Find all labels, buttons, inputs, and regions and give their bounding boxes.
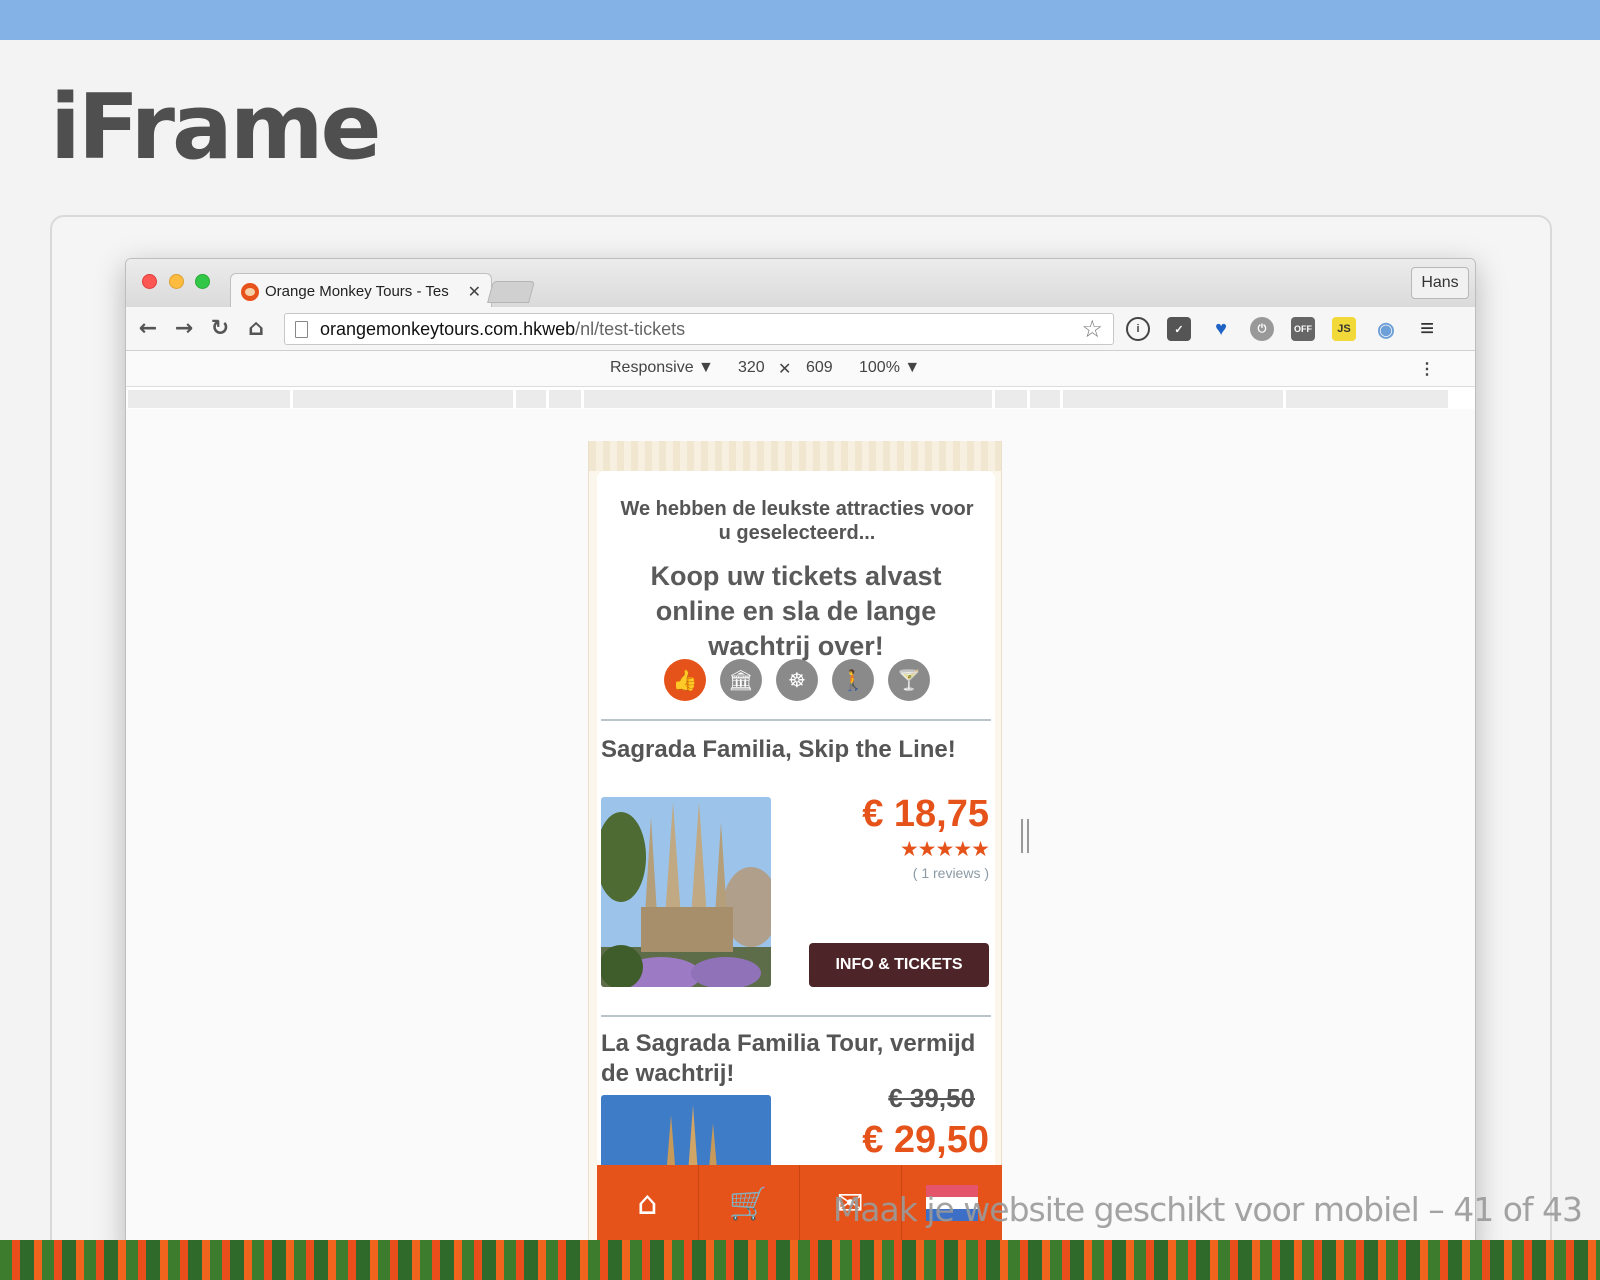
media-query-ruler (126, 387, 1475, 409)
sagrada-familia-image[interactable] (601, 797, 771, 987)
more-options-icon[interactable]: ⋮ (1419, 359, 1435, 379)
product-title[interactable]: La Sagrada Familia Tour, vermijd de wach… (601, 1029, 991, 1089)
slide-title: iFrame (50, 75, 382, 180)
ruler-segment[interactable] (1030, 390, 1060, 408)
minimize-window-button[interactable] (169, 274, 184, 289)
url-host: orangemonkeytours.com.hkweb (320, 318, 576, 339)
tab-title: Orange Monkey Tours - Tes (265, 283, 449, 300)
divider (601, 1015, 991, 1017)
product-title[interactable]: Sagrada Familia, Skip the Line! (601, 735, 991, 765)
cocktail-icon[interactable]: 🍸 (888, 659, 930, 701)
ruler-segment[interactable] (1286, 390, 1448, 408)
content-card: We hebben de leukste attracties voor u g… (597, 471, 995, 1257)
dimension-separator-icon: ✕ (778, 361, 792, 378)
off-extension-icon[interactable]: OFF (1291, 317, 1315, 341)
slide-top-bar (0, 0, 1600, 40)
ruler-segment[interactable] (293, 390, 513, 408)
browser-window: Orange Monkey Tours - Tes ✕ Hans ← → ↻ ⌂… (125, 258, 1476, 1258)
slide-footer: Maak je website geschikt voor mobiel – 4… (832, 1190, 1583, 1229)
reviews-count[interactable]: ( 1 reviews ) (913, 865, 989, 881)
museum-icon[interactable]: 🏛 (720, 659, 762, 701)
intro-heading: Koop uw tickets alvast online en sla de … (650, 561, 942, 662)
ruler-segment[interactable] (128, 390, 290, 408)
nav-cart-icon[interactable]: 🛒 (699, 1165, 800, 1240)
close-window-button[interactable] (142, 274, 157, 289)
camera-icon[interactable]: ◉ (1374, 317, 1398, 341)
width-input[interactable]: 320 (738, 359, 765, 377)
ruler-segment[interactable] (995, 390, 1027, 408)
ruler-segment[interactable] (584, 390, 992, 408)
ruler-segment[interactable] (549, 390, 581, 408)
pocket-icon[interactable]: ✓ (1167, 317, 1191, 341)
divider (601, 719, 991, 721)
profile-button[interactable]: Hans (1411, 267, 1469, 299)
ruler-segment[interactable] (516, 390, 546, 408)
forward-arrow-icon[interactable]: → (170, 314, 198, 342)
rating-stars-icon: ★★★★★ (899, 837, 990, 861)
menu-icon[interactable]: ≡ (1415, 315, 1439, 342)
info-extension-icon[interactable]: i (1126, 317, 1150, 341)
height-input[interactable]: 609 (806, 359, 833, 377)
mobile-page: We hebben de leukste attracties voor u g… (588, 441, 1002, 1257)
back-arrow-icon[interactable]: ← (134, 314, 162, 342)
device-toolbar: Responsive ▼ 320 ✕ 609 100% ▼ ⋮ (126, 351, 1475, 387)
responsive-viewport: We hebben de leukste attracties voor u g… (126, 409, 1475, 1257)
browser-titlebar: Orange Monkey Tours - Tes ✕ Hans (126, 259, 1475, 309)
product-price: € 18,75 (862, 793, 989, 835)
tab-close-icon[interactable]: ✕ (468, 282, 481, 302)
home-icon[interactable]: ⌂ (242, 314, 270, 342)
browser-toolbar: ← → ↻ ⌂ orangemonkeytours.com.hkweb/nl/t… (126, 307, 1475, 351)
viewport-resize-handle[interactable] (1021, 819, 1029, 853)
js-extension-icon[interactable]: JS (1332, 317, 1356, 341)
ruler-segment[interactable] (1063, 390, 1283, 408)
device-select[interactable]: Responsive ▼ (610, 359, 714, 377)
power-icon[interactable]: ⏻ (1250, 317, 1274, 341)
discount-price: € 29,50 (862, 1119, 989, 1161)
monkey-favicon-icon (241, 282, 259, 301)
intro-subheading: We hebben de leukste attracties voor u g… (620, 498, 974, 544)
bookmark-star-icon[interactable]: ☆ (1081, 315, 1103, 344)
page-header-texture (589, 441, 1001, 471)
page-icon (295, 320, 308, 338)
new-tab-button[interactable] (487, 281, 535, 303)
zoom-window-button[interactable] (195, 274, 210, 289)
address-bar[interactable]: orangemonkeytours.com.hkweb/nl/test-tick… (284, 313, 1114, 345)
zoom-select[interactable]: 100% ▼ (859, 359, 920, 377)
tulip-pattern-strip (0, 1240, 1600, 1280)
ghostery-icon[interactable]: ♥ (1209, 317, 1233, 341)
url-path: /nl/test-tickets (575, 318, 686, 339)
reload-icon[interactable]: ↻ (206, 314, 234, 342)
thumbs-up-icon[interactable]: 👍 (664, 659, 706, 701)
info-tickets-button[interactable]: INFO & TICKETS (809, 943, 989, 987)
browser-tab[interactable]: Orange Monkey Tours - Tes ✕ (230, 273, 492, 309)
ferris-wheel-icon[interactable]: ☸ (776, 659, 818, 701)
nav-home-icon[interactable]: ⌂ (597, 1165, 699, 1240)
walking-tour-icon[interactable]: 🚶 (832, 659, 874, 701)
original-price: € 39,50 (888, 1083, 975, 1113)
